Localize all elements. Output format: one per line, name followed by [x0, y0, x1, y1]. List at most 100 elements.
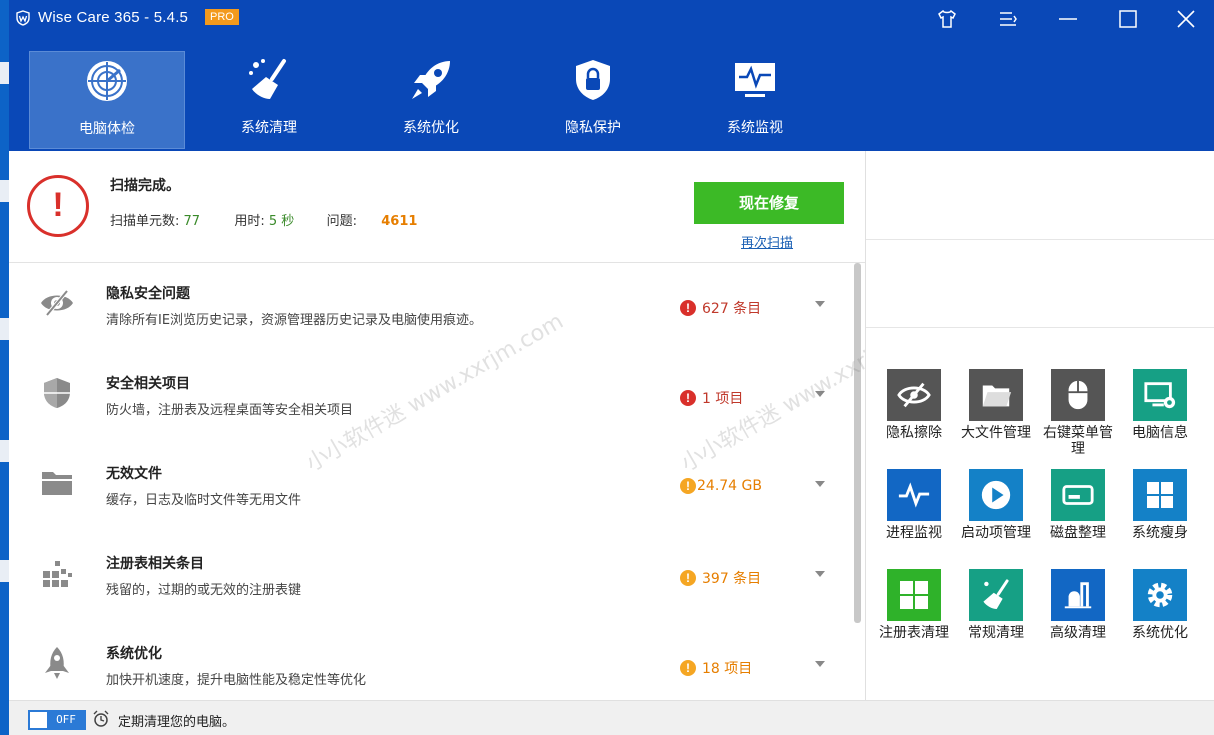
alarm-clock-icon	[93, 710, 109, 727]
chevron-down-icon[interactable]	[815, 661, 825, 667]
tool-label: 大文件管理	[961, 425, 1031, 441]
radar-icon	[87, 61, 127, 101]
toggle-state: OFF	[48, 712, 84, 728]
item-description: 防火墙，注册表及远程桌面等安全相关项目	[106, 403, 354, 418]
tab-system-clean[interactable]: 系统清理	[191, 51, 347, 149]
divider	[866, 239, 1214, 240]
item-title: 隐私安全问题	[106, 286, 190, 302]
chevron-down-icon[interactable]	[815, 481, 825, 487]
desktop-icon-fragment	[0, 62, 9, 84]
close-button[interactable]	[1158, 0, 1214, 38]
app-window: Wise Care 365 - 5.4.5 PRO 电脑体检 系统清理 系统优化…	[9, 0, 1214, 735]
shield-lock-icon	[576, 60, 610, 100]
skin-icon	[938, 10, 956, 28]
list-item[interactable]: 隐私安全问题 清除所有IE浏览历史记录，资源管理器历史记录及电脑使用痕迹。 ! …	[9, 263, 854, 353]
chevron-down-icon[interactable]	[815, 571, 825, 577]
list-item[interactable]: 安全相关项目 防火墙，注册表及远程桌面等安全相关项目 ! 1 项目	[9, 353, 854, 443]
divider	[866, 327, 1214, 328]
item-count: ! 627 条目	[680, 298, 761, 318]
rocket-icon	[45, 647, 69, 679]
tool-startup-manager[interactable]: 启动项管理	[956, 469, 1036, 541]
shield-icon	[44, 378, 70, 408]
windows-icon	[1133, 469, 1187, 521]
tool-privacy-eraser[interactable]: 隐私擦除	[874, 369, 954, 441]
item-count: ! 397 条目	[680, 568, 761, 588]
desktop-edge	[0, 0, 9, 735]
list-scrollbar[interactable]	[854, 263, 861, 623]
tool-system-slim[interactable]: 系统瘦身	[1120, 469, 1200, 541]
tool-common-clean[interactable]: 常规清理	[956, 569, 1036, 641]
maximize-icon	[1119, 10, 1137, 28]
tool-process-monitor[interactable]: 进程监视	[874, 469, 954, 541]
pulse-icon	[887, 469, 941, 521]
minimize-button[interactable]	[1040, 0, 1096, 38]
folder-icon	[42, 472, 72, 495]
item-count: ! 24.74 GB	[680, 478, 762, 494]
main-nav: 电脑体检 系统清理 系统优化 隐私保护 系统监视	[9, 38, 1214, 151]
play-icon	[969, 469, 1023, 521]
time-label: 用时:	[234, 214, 265, 229]
item-description: 缓存，日志及临时文件等无用文件	[106, 493, 302, 508]
list-item[interactable]: 系统优化 加快开机速度，提升电脑性能及稳定性等优化 ! 18 项目	[9, 623, 854, 700]
desktop-icon-fragment	[0, 560, 9, 582]
error-icon: !	[680, 300, 696, 316]
fix-now-button[interactable]: 现在修复	[694, 182, 844, 224]
tab-label: 系统清理	[241, 120, 297, 136]
list-item[interactable]: 无效文件 缓存，日志及临时文件等无用文件 ! 24.74 GB	[9, 443, 854, 533]
tool-context-menu[interactable]: 右键菜单管理	[1038, 369, 1118, 457]
tool-large-file[interactable]: 大文件管理	[956, 369, 1036, 441]
tool-disk-defrag[interactable]: 磁盘整理	[1038, 469, 1118, 541]
skin-button[interactable]	[919, 0, 975, 38]
tool-label: 常规清理	[968, 625, 1024, 641]
warning-icon: !	[680, 478, 696, 494]
tool-system-optimize[interactable]: 系统优化	[1120, 569, 1200, 641]
tool-label: 高级清理	[1050, 625, 1106, 641]
item-count: ! 18 项目	[680, 658, 752, 678]
title-bar[interactable]: Wise Care 365 - 5.4.5 PRO	[9, 0, 1214, 38]
window-title: Wise Care 365 - 5.4.5	[38, 9, 189, 26]
item-title: 无效文件	[106, 466, 162, 482]
tool-registry-clean[interactable]: 注册表清理	[874, 569, 954, 641]
minimize-icon	[1059, 18, 1077, 20]
tab-pc-checkup[interactable]: 电脑体检	[29, 51, 185, 149]
grid-icon	[887, 569, 941, 621]
scan-summary: ! 扫描完成。 扫描单元数: 77 用时: 5 秒 问题: 4611 现在修复 …	[9, 151, 865, 263]
tab-label: 隐私保护	[565, 120, 621, 136]
tab-label: 电脑体检	[79, 121, 135, 137]
tab-privacy[interactable]: 隐私保护	[515, 51, 671, 149]
tab-system-monitor[interactable]: 系统监视	[677, 51, 833, 149]
error-icon: !	[680, 390, 696, 406]
close-icon	[1177, 10, 1195, 28]
monitor-pulse-icon	[735, 63, 775, 97]
count-value: 1 项目	[702, 391, 744, 407]
broom-icon	[249, 59, 286, 99]
maximize-button[interactable]	[1100, 0, 1156, 38]
pc-gear-icon	[1133, 369, 1187, 421]
item-description: 加快开机速度，提升电脑性能及稳定性等优化	[106, 673, 367, 688]
warning-icon: !	[680, 570, 696, 586]
desktop-icon-fragment	[0, 180, 9, 202]
tab-system-optimize[interactable]: 系统优化	[353, 51, 509, 149]
item-description: 清除所有IE浏览历史记录，资源管理器历史记录及电脑使用痕迹。	[106, 313, 483, 328]
eye-hidden-icon	[41, 289, 73, 317]
tab-label: 系统优化	[403, 120, 459, 136]
rescan-link[interactable]: 再次扫描	[741, 232, 793, 251]
count-value: 627 条目	[702, 301, 762, 317]
list-item[interactable]: 注册表相关条目 残留的，过期的或无效的注册表键 ! 397 条目	[9, 533, 854, 623]
count-value: 24.74 GB	[697, 478, 762, 494]
menu-button[interactable]	[980, 0, 1036, 38]
folder-icon	[969, 369, 1023, 421]
rocket-icon	[412, 61, 450, 99]
schedule-toggle[interactable]: OFF	[28, 710, 86, 730]
tool-pc-info[interactable]: 电脑信息	[1120, 369, 1200, 441]
tool-label: 进程监视	[886, 525, 942, 541]
toggle-knob	[30, 712, 48, 728]
warning-icon: !	[27, 175, 89, 237]
chevron-down-icon[interactable]	[815, 391, 825, 397]
menu-icon	[1000, 12, 1017, 26]
chevron-down-icon[interactable]	[815, 301, 825, 307]
status-bar: OFF 定期清理您的电脑。	[9, 700, 1214, 735]
issues-label: 问题:	[326, 214, 357, 229]
desktop-icon-fragment	[0, 318, 9, 340]
tool-advanced-clean[interactable]: 高级清理	[1038, 569, 1118, 641]
